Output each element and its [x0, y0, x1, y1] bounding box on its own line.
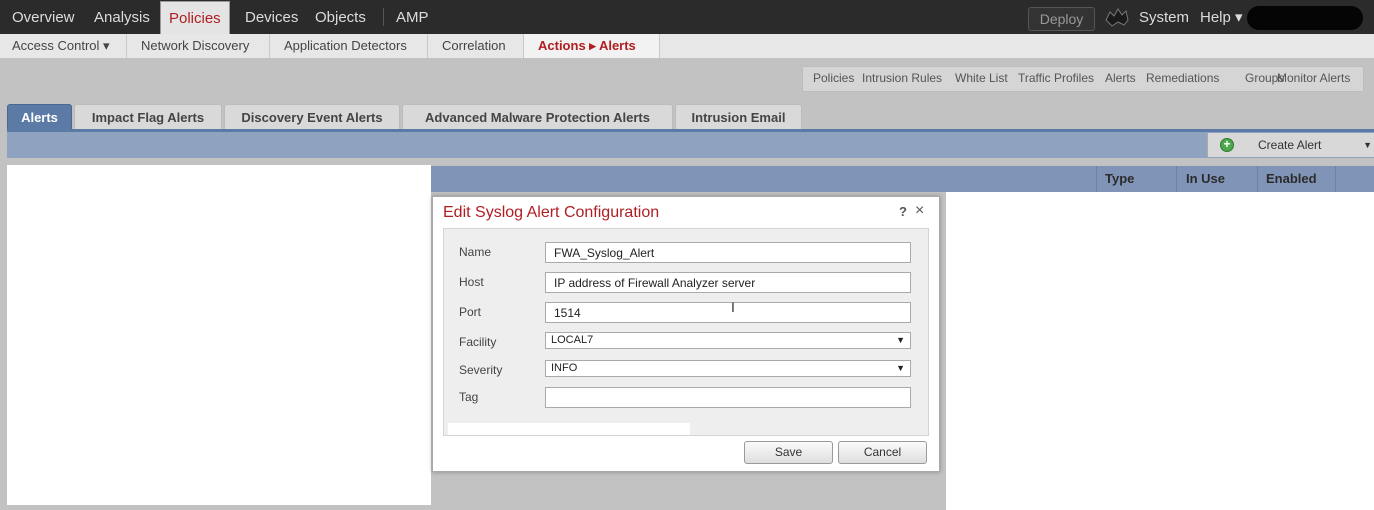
close-icon[interactable]: ×	[915, 202, 924, 220]
edit-syslog-alert-dialog: Edit Syslog Alert Configuration ? × Name…	[432, 196, 940, 472]
facility-label: Facility	[459, 335, 497, 349]
host-label: Host	[459, 275, 484, 289]
subnav-actions-alerts[interactable]: Actions ▸ Alerts	[524, 34, 659, 58]
column-enabled[interactable]: Enabled	[1266, 166, 1317, 192]
text-cursor-icon: I	[731, 299, 735, 315]
tag-input[interactable]	[545, 387, 911, 408]
column-in-use[interactable]: In Use	[1186, 166, 1225, 192]
severity-select[interactable]: INFO ▼	[545, 360, 911, 377]
link-remediations[interactable]: Remediations	[1146, 67, 1219, 90]
link-policies[interactable]: Policies	[813, 67, 854, 90]
subnav-access-control[interactable]: Access Control ▾	[12, 34, 110, 58]
nav-analysis[interactable]: Analysis	[94, 0, 150, 34]
top-nav-bar: Overview Analysis Policies Devices Objec…	[0, 0, 1374, 34]
link-alerts[interactable]: Alerts	[1105, 67, 1136, 90]
tab-impact-flag-alerts[interactable]: Impact Flag Alerts	[74, 104, 222, 129]
link-traffic-profiles[interactable]: Traffic Profiles	[1018, 67, 1094, 90]
dropdown-arrow-icon: ▼	[896, 363, 905, 373]
subnav-correlation[interactable]: Correlation	[442, 34, 506, 58]
health-status-icon[interactable]	[1104, 6, 1130, 28]
deploy-button[interactable]: Deploy	[1028, 7, 1095, 31]
subnav-network-discovery[interactable]: Network Discovery	[141, 34, 249, 58]
link-monitor-alerts[interactable]: Monitor Alerts	[1277, 67, 1350, 90]
nav-divider	[383, 8, 384, 26]
cancel-button[interactable]: Cancel	[838, 441, 927, 464]
user-menu-redacted[interactable]	[1247, 6, 1363, 30]
content-white-region	[946, 192, 1374, 510]
facility-value: LOCAL7	[551, 334, 594, 346]
link-intrusion-rules[interactable]: Intrusion Rules	[862, 67, 942, 90]
nav-amp[interactable]: AMP	[396, 0, 429, 34]
tab-alerts[interactable]: Alerts	[7, 104, 72, 129]
tab-intrusion-email[interactable]: Intrusion Email	[675, 104, 802, 129]
alerts-table-header: Type In Use Enabled	[431, 166, 1374, 192]
alerts-links-bar: Policies Intrusion Rules White List Traf…	[802, 66, 1364, 92]
alert-form: Name Host Port Facility LOCAL7 ▼ Severit…	[443, 228, 929, 436]
nav-help[interactable]: Help ▾	[1200, 0, 1243, 34]
tab-discovery-event-alerts[interactable]: Discovery Event Alerts	[224, 104, 400, 129]
help-icon[interactable]: ?	[899, 204, 907, 219]
subnav-application-detectors[interactable]: Application Detectors	[284, 34, 407, 58]
name-label: Name	[459, 245, 492, 259]
save-button[interactable]: Save	[744, 441, 833, 464]
toolbar	[7, 132, 1374, 158]
facility-select[interactable]: LOCAL7 ▼	[545, 332, 911, 349]
nav-policies[interactable]: Policies	[160, 1, 230, 34]
form-blank-area	[448, 423, 690, 435]
create-alert-button[interactable]: + Create Alert ▼	[1207, 133, 1374, 157]
blank-panel	[7, 165, 431, 505]
dropdown-arrow-icon: ▼	[896, 335, 905, 345]
nav-system[interactable]: System	[1139, 0, 1189, 34]
severity-label: Severity	[459, 363, 503, 377]
name-input[interactable]	[545, 242, 911, 263]
nav-objects[interactable]: Objects	[315, 0, 366, 34]
port-input[interactable]	[545, 302, 911, 323]
sub-nav-bar: Access Control ▾ Network Discovery Appli…	[0, 34, 1374, 59]
dialog-title: Edit Syslog Alert Configuration	[443, 204, 660, 221]
column-type[interactable]: Type	[1105, 166, 1134, 192]
host-input[interactable]	[545, 272, 911, 293]
nav-devices[interactable]: Devices	[245, 0, 298, 34]
chevron-down-icon: ▼	[1363, 140, 1372, 150]
create-alert-label: Create Alert	[1258, 138, 1322, 152]
severity-value: INFO	[551, 362, 578, 374]
add-icon: +	[1220, 138, 1234, 152]
nav-overview[interactable]: Overview	[12, 0, 75, 34]
link-white-list[interactable]: White List	[955, 67, 1008, 90]
tab-amp-alerts[interactable]: Advanced Malware Protection Alerts	[402, 104, 673, 129]
tag-label: Tag	[459, 390, 479, 404]
port-label: Port	[459, 305, 482, 319]
